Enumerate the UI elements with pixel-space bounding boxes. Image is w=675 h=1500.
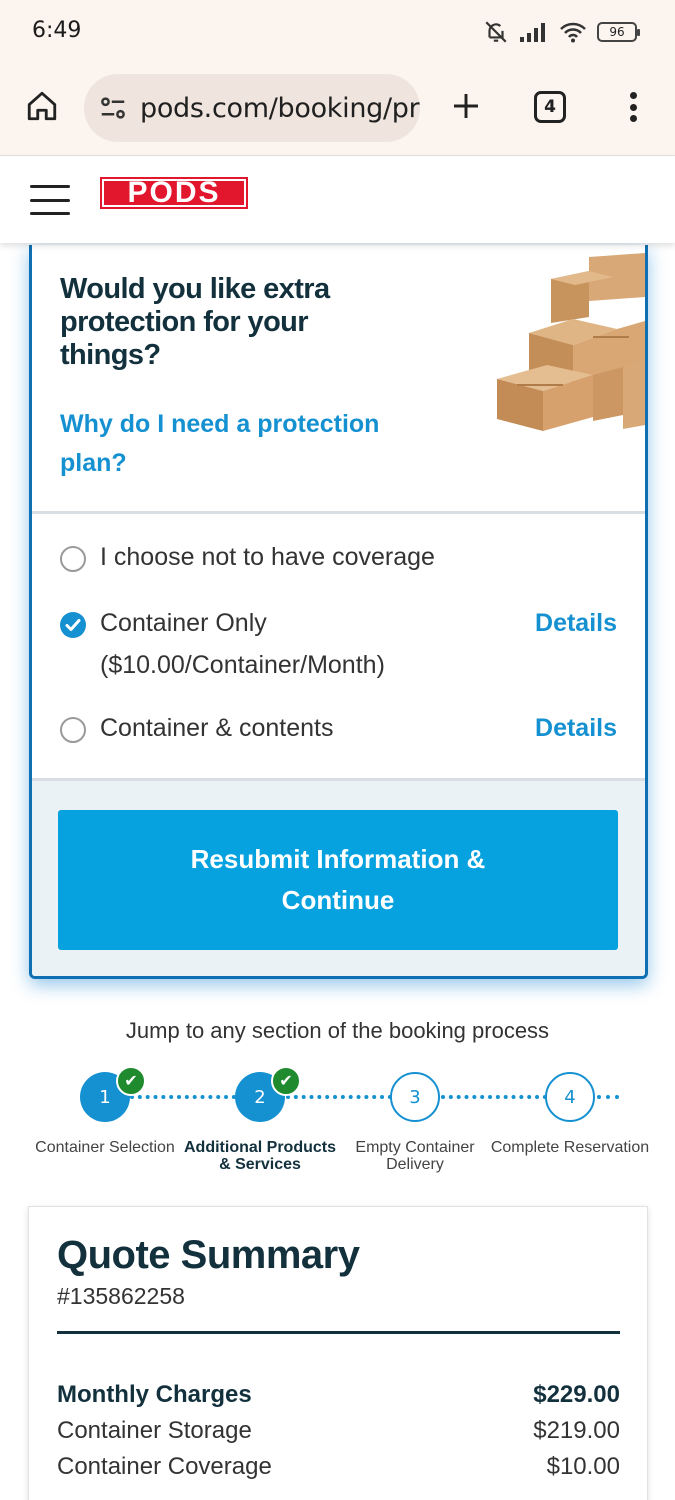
booking-stepper: 1 ✔ 2 ✔ 3 4 Container Selection Addition… [0, 1066, 675, 1186]
step-2-label[interactable]: Additional Products & Services [180, 1139, 340, 1173]
hamburger-menu-icon[interactable] [30, 185, 70, 215]
card-divider [32, 511, 645, 514]
wifi-icon [560, 22, 586, 43]
radio-no-coverage[interactable] [60, 546, 86, 572]
step-4-button[interactable]: 4 [545, 1072, 595, 1122]
tab-count: 4 [544, 97, 556, 117]
protection-plan-card: Would you like extra protection for your… [29, 245, 648, 979]
option-label: Container & contents [100, 714, 334, 742]
moving-boxes-image [497, 253, 645, 431]
url-text: pods.com/booking/protection [140, 92, 420, 124]
step-connector [130, 1095, 236, 1099]
more-vert-icon [629, 92, 637, 99]
quote-summary-card: Quote Summary #135862258 Monthly Charges… [28, 1206, 648, 1500]
battery-level: 96 [609, 25, 625, 39]
container-coverage-row: Container Coverage $10.00 [57, 1453, 620, 1481]
step-1-complete-icon: ✔ [116, 1066, 146, 1096]
card-footer: Resubmit Information & Continue [32, 778, 645, 976]
browser-toolbar: pods.com/booking/protection 4 [0, 64, 675, 156]
option-label: I choose not to have coverage [100, 543, 435, 571]
row-label: Container Coverage [57, 1453, 272, 1480]
row-value: $219.00 [533, 1417, 620, 1444]
row-value: $10.00 [546, 1453, 620, 1480]
quote-number: #135862258 [57, 1283, 185, 1309]
step-connector [286, 1095, 392, 1099]
option-price: ($10.00/Container/Month) [100, 651, 385, 679]
plus-icon [454, 94, 478, 118]
signal-icon [520, 23, 545, 42]
site-settings-icon[interactable] [98, 93, 128, 123]
option-label: Container Only [100, 609, 267, 637]
row-label: Monthly Charges [57, 1381, 252, 1408]
quote-divider [57, 1331, 620, 1334]
home-icon [27, 91, 57, 121]
pods-logo[interactable]: PODS [100, 176, 248, 209]
home-button[interactable] [22, 86, 62, 126]
monthly-charges-row: Monthly Charges $229.00 [57, 1381, 620, 1409]
step-1-label[interactable]: Container Selection [25, 1139, 185, 1156]
resubmit-continue-button[interactable]: Resubmit Information & Continue [58, 810, 618, 950]
container-storage-row: Container Storage $219.00 [57, 1417, 620, 1445]
row-label: Container Storage [57, 1417, 252, 1444]
radio-container-contents[interactable] [60, 717, 86, 743]
step-3-label[interactable]: Empty Container Delivery [335, 1139, 495, 1173]
step-connector [441, 1095, 547, 1099]
site-header: PODS [0, 157, 675, 243]
container-contents-details-link[interactable]: Details [535, 714, 617, 743]
status-time: 6:49 [32, 18, 82, 43]
step-4-label[interactable]: Complete Reservation [490, 1139, 650, 1156]
battery-icon: 96 [597, 22, 640, 42]
container-only-details-link[interactable]: Details [535, 609, 617, 638]
browser-menu-button[interactable] [618, 86, 648, 128]
checkmark-icon [65, 619, 81, 631]
new-tab-button[interactable] [446, 86, 486, 126]
status-icons: 96 [483, 16, 640, 48]
protection-question-heading: Would you like extra protection for your… [60, 273, 330, 371]
status-bar: 6:49 96 [0, 0, 675, 64]
stepper-heading: Jump to any section of the booking proce… [125, 1018, 550, 1043]
quote-summary-title: Quote Summary [57, 1233, 360, 1277]
address-bar[interactable]: pods.com/booking/protection [84, 74, 420, 142]
row-value: $229.00 [533, 1381, 620, 1408]
radio-container-only[interactable] [60, 612, 86, 638]
why-protection-link[interactable]: Why do I need a protection plan? [60, 405, 440, 483]
tab-switcher-button[interactable]: 4 [534, 91, 566, 123]
step-2-complete-icon: ✔ [271, 1066, 301, 1096]
muted-bell-icon [485, 21, 507, 43]
step-3-button[interactable]: 3 [390, 1072, 440, 1122]
step-connector [597, 1095, 619, 1099]
